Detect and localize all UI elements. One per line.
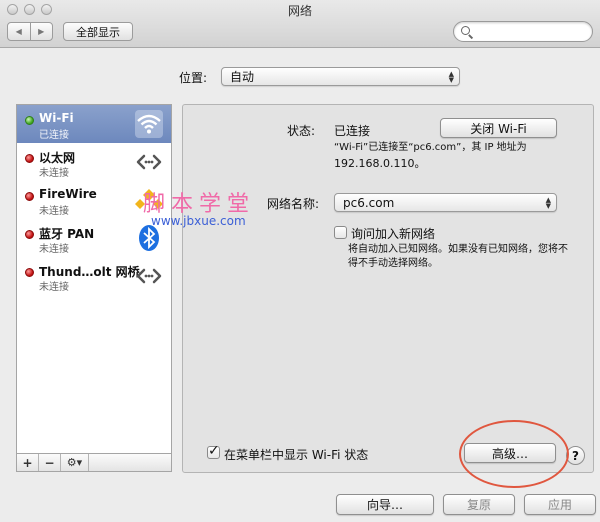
ethernet-icon <box>136 154 162 170</box>
network-preferences-window: 网络 ◀ ▶ 全部显示 位置: 自动 ▲ ▼ Wi-Fi 已连接 以太网 未连接… <box>0 0 600 522</box>
service-status: 未连接 <box>39 282 69 293</box>
service-name: FireWire <box>39 187 97 201</box>
assist-me-button[interactable]: 向导… <box>336 494 434 515</box>
service-item-wifi[interactable]: Wi-Fi 已连接 <box>17 105 171 143</box>
network-name-label: 网络名称: <box>267 197 320 211</box>
popup-arrows-icon: ▲ ▼ <box>545 195 551 210</box>
search-field[interactable] <box>453 21 593 42</box>
add-service-button[interactable]: + <box>17 454 39 471</box>
network-name-value: pc6.com <box>343 195 395 210</box>
chevron-right-icon: ▶ <box>38 27 45 36</box>
ask-join-label: 询问加入新网络 <box>351 227 436 241</box>
forward-button[interactable]: ▶ <box>29 23 53 40</box>
turn-off-wifi-button[interactable]: 关闭 Wi-Fi <box>440 118 557 138</box>
popup-arrows-icon: ▲ ▼ <box>448 69 454 84</box>
service-list: Wi-Fi 已连接 以太网 未连接 FireWire 未连接 蓝牙 PAN 未连… <box>16 104 172 454</box>
status-description-line2: 192.168.0.110。 <box>334 157 426 170</box>
service-status: 已连接 <box>39 130 69 141</box>
gear-icon[interactable]: ⚙▾ <box>61 454 89 471</box>
status-dot-icon <box>25 230 34 239</box>
network-name-popup[interactable]: pc6.com ▲ ▼ <box>334 193 557 212</box>
window-title: 网络 <box>287 4 312 18</box>
show-in-menubar-label: 在菜单栏中显示 Wi-Fi 状态 <box>224 448 369 462</box>
back-button[interactable]: ◀ <box>8 23 30 40</box>
service-item-ethernet[interactable]: 以太网 未连接 <box>17 143 171 181</box>
service-list-toolbar: + − ⚙▾ <box>16 454 172 472</box>
show-all-button[interactable]: 全部显示 <box>63 22 133 41</box>
service-status: 未连接 <box>39 244 69 255</box>
revert-button[interactable]: 复原 <box>443 494 515 515</box>
remove-service-button[interactable]: − <box>39 454 61 471</box>
highlight-ring-annotation <box>459 420 569 488</box>
status-value: 已连接 <box>334 124 371 138</box>
location-label: 位置: <box>179 71 208 85</box>
ask-join-checkbox[interactable] <box>334 226 347 239</box>
watermark-url: www.jbxue.com <box>151 214 246 228</box>
status-dot-icon <box>25 268 34 277</box>
status-description-line1: “Wi-Fi”已连接至“pc6.com”，其 IP 地址为 <box>334 142 527 153</box>
title-bar: 网络 ◀ ▶ 全部显示 <box>0 0 600 48</box>
status-dot-icon <box>25 192 34 201</box>
ask-join-description-line1: 将自动加入已知网络。如果没有已知网络，您将不 <box>348 244 568 255</box>
thunderbolt-bridge-icon <box>136 268 162 284</box>
service-item-thunderbolt-bridge[interactable]: Thund…olt 网桥 未连接 <box>17 257 171 295</box>
service-name: Wi-Fi <box>39 111 74 125</box>
chevron-left-icon: ◀ <box>15 27 22 36</box>
location-popup[interactable]: 自动 ▲ ▼ <box>221 67 460 86</box>
bluetooth-icon <box>139 225 159 251</box>
apply-button[interactable]: 应用 <box>524 494 596 515</box>
status-label: 状态: <box>287 124 316 138</box>
status-dot-icon <box>25 154 34 163</box>
service-item-bluetooth-pan[interactable]: 蓝牙 PAN 未连接 <box>17 219 171 257</box>
service-status: 未连接 <box>39 206 69 217</box>
ask-join-description-line2: 得不手动选择网络。 <box>348 258 438 269</box>
show-in-menubar-checkbox[interactable] <box>207 443 220 459</box>
wifi-icon <box>135 110 163 138</box>
service-status: 未连接 <box>39 168 69 179</box>
status-dot-icon <box>25 116 34 125</box>
location-value: 自动 <box>230 70 255 84</box>
back-forward-control: ◀ ▶ <box>7 22 53 41</box>
search-icon <box>461 26 470 35</box>
